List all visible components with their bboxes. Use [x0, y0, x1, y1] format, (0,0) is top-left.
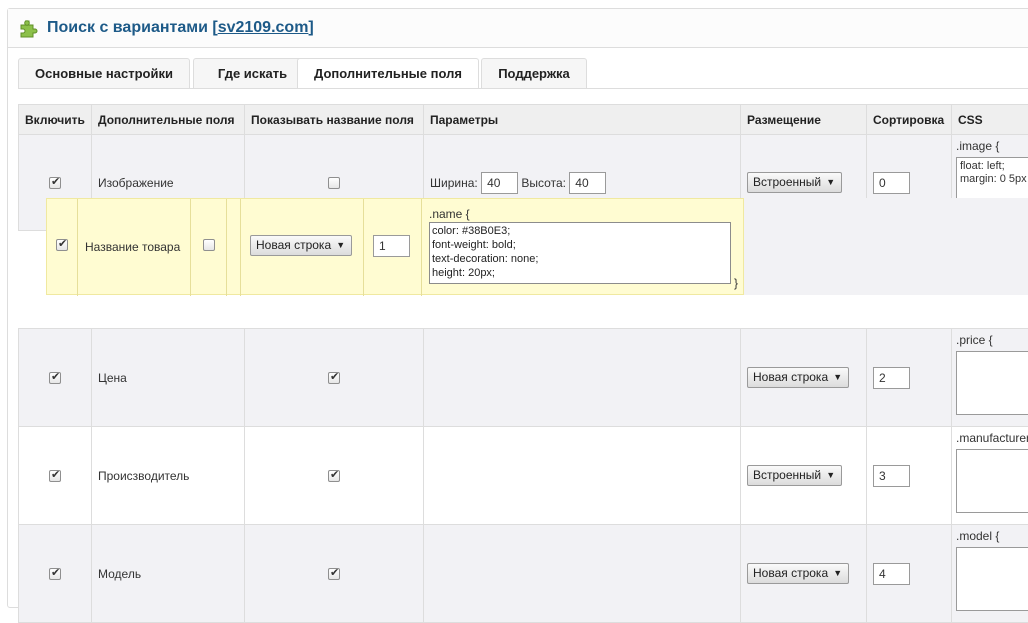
placement-select[interactable]: Встроенный ▼ [747, 465, 842, 486]
chevron-down-icon: ▼ [826, 173, 835, 192]
enable-checkbox[interactable] [49, 568, 61, 580]
placement-select[interactable]: Новая строка ▼ [250, 235, 352, 256]
css-label: .manufacturer { [956, 431, 1028, 445]
placement-select[interactable]: Новая строка ▼ [747, 563, 849, 584]
sort-input[interactable]: 4 [873, 563, 910, 585]
css-textarea[interactable]: color: #38B0E3; font-weight: bold; text-… [429, 222, 731, 284]
css-textarea[interactable] [956, 449, 1028, 513]
header-enable: Включить [19, 105, 92, 135]
chevron-down-icon: ▼ [833, 564, 842, 583]
css-label: .name { [429, 207, 470, 221]
sort-input[interactable]: 3 [873, 465, 910, 487]
enable-checkbox[interactable] [56, 239, 68, 251]
sort-input[interactable]: 1 [373, 235, 410, 257]
show-name-checkbox[interactable] [203, 239, 215, 251]
placement-select[interactable]: Новая строка ▼ [747, 367, 849, 388]
table-row: Цена Новая строка ▼ 2 .price { [19, 329, 1028, 427]
css-textarea[interactable]: float: left; margin: 0 5px [956, 157, 1028, 199]
header-sort: Сортировка [867, 105, 952, 135]
dragged-row[interactable]: Название товара Новая строка▼ 1 .name { … [46, 198, 744, 295]
header-placement: Размещение [741, 105, 867, 135]
css-label: .price { [956, 333, 993, 347]
css-close-brace: } [734, 276, 738, 290]
header-show-name: Показывать название поля [245, 105, 424, 135]
field-name: Название товара [85, 240, 180, 254]
field-name: Модель [92, 525, 245, 623]
table-header-row: Включить Дополнительные поля Показывать … [19, 105, 1028, 135]
chevron-down-icon: ▼ [833, 368, 842, 387]
show-name-checkbox[interactable] [328, 568, 340, 580]
enable-checkbox[interactable] [49, 177, 61, 189]
show-name-checkbox[interactable] [328, 177, 340, 189]
width-label: Ширина: [430, 176, 478, 190]
tab-main-settings[interactable]: Основные настройки [18, 58, 190, 89]
field-name: Происзводитель [92, 427, 245, 525]
css-textarea[interactable] [956, 547, 1028, 611]
header-css: CSS [952, 105, 1028, 135]
placement-select[interactable]: Встроенный ▼ [747, 172, 842, 193]
chevron-down-icon: ▼ [826, 466, 835, 485]
header-fields: Дополнительные поля [92, 105, 245, 135]
css-textarea[interactable] [956, 351, 1028, 415]
panel-header: Поиск с вариантами [sv2109.com] [8, 9, 1028, 48]
site-link[interactable]: sv2109.com [218, 19, 309, 36]
width-input[interactable]: 40 [481, 172, 518, 194]
height-label: Высота: [521, 176, 566, 190]
header-params: Параметры [424, 105, 741, 135]
placement-value: Встроенный [753, 175, 821, 189]
placement-value: Встроенный [753, 468, 821, 482]
tab-extra-fields[interactable]: Дополнительные поля [297, 58, 479, 89]
page-title: Поиск с вариантами [sv2109.com] [47, 19, 314, 37]
sort-input[interactable]: 2 [873, 367, 910, 389]
show-name-checkbox[interactable] [328, 470, 340, 482]
table-row: Модель Новая строка ▼ 4 .model { [19, 525, 1028, 623]
tab-divider [18, 88, 1028, 89]
enable-checkbox[interactable] [49, 470, 61, 482]
title-bracket-close: ] [308, 19, 313, 36]
placement-value: Новая строка [256, 238, 331, 252]
show-name-checkbox[interactable] [328, 372, 340, 384]
height-input[interactable]: 40 [569, 172, 606, 194]
tab-where-search[interactable]: Где искать [193, 58, 312, 89]
enable-checkbox[interactable] [49, 372, 61, 384]
title-text: Поиск с вариантами [47, 19, 208, 36]
tab-support[interactable]: Поддержка [481, 58, 587, 89]
fields-table: Включить Дополнительные поля Показывать … [18, 104, 1028, 623]
placement-value: Новая строка [753, 566, 828, 580]
css-label: .model { [956, 529, 999, 543]
placement-value: Новая строка [753, 370, 828, 384]
field-name: Цена [92, 329, 245, 427]
chevron-down-icon: ▼ [336, 236, 345, 255]
row-background [744, 198, 1028, 295]
table-row: Происзводитель Встроенный ▼ 3 .manufactur… [19, 427, 1028, 525]
css-label: .image { [956, 139, 999, 153]
sort-input[interactable]: 0 [873, 172, 910, 194]
puzzle-icon [18, 19, 38, 39]
